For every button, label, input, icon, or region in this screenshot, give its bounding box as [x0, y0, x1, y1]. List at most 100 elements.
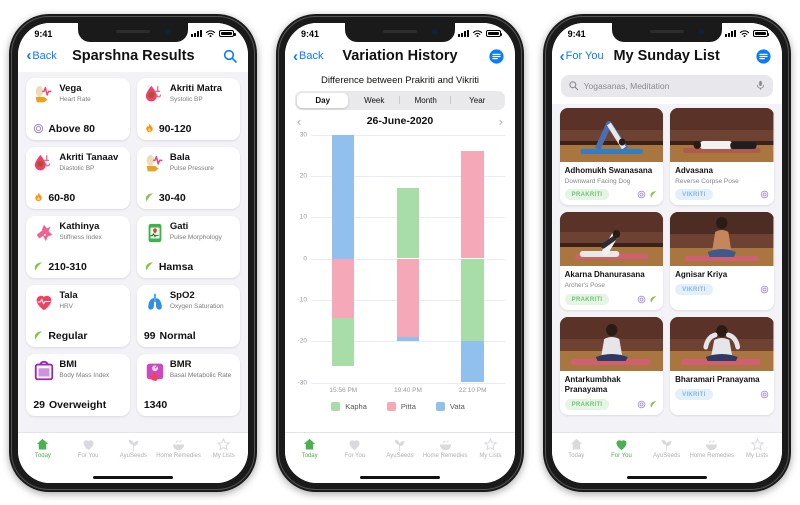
card-value: Above 80	[48, 122, 96, 135]
vital-card-kathinya[interactable]: Kathinya Stiffness Index 210-310	[26, 215, 130, 278]
segment-week[interactable]: Week	[348, 93, 400, 108]
tab-home-remedies[interactable]: Home Remedies	[423, 437, 468, 470]
signal-icon	[191, 30, 203, 37]
tab-today[interactable]: Today	[554, 437, 599, 470]
card-title: Akriti Matra	[169, 82, 223, 94]
yoga-card-adhomukh-swanasana[interactable]: Adhomukh Swanasana Downward Facing Dog P…	[559, 107, 664, 206]
chart-subtitle: Difference between Prakriti and Vikriti	[284, 72, 515, 91]
back-button[interactable]: ‹ Back	[26, 48, 56, 63]
tab-label: AyuSeeds	[653, 452, 681, 459]
vital-card-spo2[interactable]: SpO2 Oxygen Saturation 99 Normal	[136, 284, 241, 347]
card-title: Kathinya	[59, 220, 100, 232]
yoga-card-advasana[interactable]: Advasana Reverse Corpse Pose VIKRITI	[670, 107, 774, 206]
chevron-left-icon: ‹	[559, 47, 565, 65]
spiral-icon[interactable]	[637, 295, 646, 304]
microphone-icon[interactable]	[755, 80, 766, 91]
tab-label: My Lists	[746, 452, 769, 459]
vital-card-bmi[interactable]: BMI Body Mass Index 29 Overweight	[26, 353, 130, 416]
segment-year[interactable]: Year	[451, 93, 503, 108]
vital-card-akriti-tanaav[interactable]: Akriti Tanaav Diastolic BP 60-80	[26, 146, 130, 209]
next-date-button[interactable]: ›	[499, 115, 503, 128]
tab-my-lists[interactable]: My Lists	[734, 437, 779, 470]
heart-icon	[347, 437, 362, 452]
spiral-icon[interactable]	[760, 285, 769, 294]
search-input[interactable]: Yogasanas, Meditation	[560, 74, 773, 97]
segment-month[interactable]: Month	[400, 93, 452, 108]
tab-my-lists[interactable]: My Lists	[201, 437, 246, 470]
tab-bar: Today For You AyuSeeds Home Remedies My …	[18, 431, 249, 472]
card-subtitle: Heart Rate	[59, 96, 91, 104]
y-tick: -30	[297, 379, 307, 386]
list-circle-icon[interactable]	[755, 48, 772, 65]
y-tick: -20	[297, 337, 307, 345]
tab-for-you[interactable]: For You	[66, 437, 111, 470]
chevron-left-icon: ‹	[292, 47, 298, 65]
tab-ayuseeds[interactable]: AyuSeeds	[111, 437, 156, 470]
yoga-card-agnisar-kriya[interactable]: Agnisar Kriya VIKRITI	[670, 212, 774, 311]
tab-today[interactable]: Today	[20, 437, 65, 470]
search-icon	[568, 81, 578, 91]
bar-segment-vata	[332, 134, 355, 259]
tab-my-lists[interactable]: My Lists	[468, 437, 513, 470]
back-button[interactable]: ‹ For You	[560, 49, 604, 64]
y-tick: 20	[299, 172, 307, 180]
pulse-hand-icon	[33, 84, 55, 106]
tab-label: My Lists	[479, 452, 502, 459]
segment-day[interactable]: Day	[296, 92, 349, 108]
back-button[interactable]: ‹ Back	[293, 49, 323, 64]
vital-card-akriti-matra[interactable]: Akriti Matra Systolic BP 90-120	[136, 77, 241, 140]
yoga-list-scroll[interactable]: Adhomukh Swanasana Downward Facing Dog P…	[551, 103, 782, 432]
tab-ayuseeds[interactable]: AyuSeeds	[644, 437, 689, 470]
bowl-icon	[438, 437, 453, 452]
status-badge: PRAKRITI	[564, 294, 610, 306]
status-badge: PRAKRITI	[564, 399, 610, 411]
pose-image-seated-ears	[670, 317, 774, 372]
leaf-icon[interactable]	[649, 190, 658, 199]
period-segmented-control[interactable]: Day Week Month Year	[294, 90, 505, 110]
vital-card-bmr[interactable]: BMR Basal Metabolic Rate 1340	[136, 353, 241, 416]
heart-icon	[614, 437, 629, 452]
tab-label: Today	[568, 452, 585, 459]
card-subtitle: HRV	[59, 303, 73, 311]
results-scroll[interactable]: Vega Heart Rate Above 80 Akriti Matra Sy…	[18, 71, 249, 432]
vital-card-bala[interactable]: Bala Pulse Pressure 30-40	[136, 146, 241, 209]
heart-icon	[81, 437, 96, 452]
vital-card-tala[interactable]: Tala HRV Regular	[26, 284, 130, 347]
card-subtitle: Body Mass Index	[59, 372, 110, 380]
pose-name: Advasana	[675, 165, 713, 175]
spiral-icon[interactable]	[760, 190, 769, 199]
back-label: Back	[298, 50, 324, 62]
search-icon[interactable]	[222, 48, 238, 64]
tab-ayuseeds[interactable]: AyuSeeds	[377, 437, 422, 470]
heart-icon	[33, 291, 55, 313]
chart-container: 30 20 10 0 -10 -20 -30 15:56 PM 19:40 PM…	[284, 130, 515, 432]
spiral-icon[interactable]	[637, 400, 646, 409]
status-time: 9:41	[300, 28, 319, 39]
star-icon	[483, 437, 498, 452]
tab-for-you[interactable]: For You	[599, 437, 644, 470]
tab-home-remedies[interactable]: Home Remedies	[156, 437, 201, 470]
prev-date-button[interactable]: ‹	[297, 115, 301, 128]
leaf-icon[interactable]	[649, 295, 658, 304]
vital-card-gati[interactable]: Gati Pulse Morphology Hamsa	[136, 215, 241, 278]
tab-for-you[interactable]: For You	[332, 437, 377, 470]
vital-card-vega[interactable]: Vega Heart Rate Above 80	[26, 77, 130, 140]
tab-label: For You	[344, 452, 366, 459]
yoga-card-bharamari-pranayama[interactable]: Bharamari Pranayama VIKRITI	[670, 317, 774, 416]
bar-segment-vata	[461, 341, 484, 383]
tab-home-remedies[interactable]: Home Remedies	[689, 437, 734, 470]
list-circle-icon[interactable]	[488, 48, 505, 65]
pose-desc: Reverse Corpse Pose	[675, 177, 739, 185]
leaf-icon	[144, 192, 155, 203]
tab-today[interactable]: Today	[287, 437, 332, 470]
pose-desc: Downward Facing Dog	[564, 177, 631, 185]
leaf-icon[interactable]	[649, 400, 658, 409]
y-tick: 30	[299, 131, 307, 138]
spiral-icon[interactable]	[637, 190, 646, 199]
yoga-card-antarkumbhak-pranayama[interactable]: Antarkumbhak Pranayama PRAKRITI	[559, 317, 664, 416]
card-value: 29	[33, 398, 46, 411]
tab-label: For You	[77, 452, 99, 459]
battery-icon	[485, 30, 503, 37]
yoga-card-akarna-dhanurasana[interactable]: Akarna Dhanurasana Archer's Pose PRAKRIT…	[559, 212, 664, 311]
spiral-icon[interactable]	[760, 390, 769, 399]
